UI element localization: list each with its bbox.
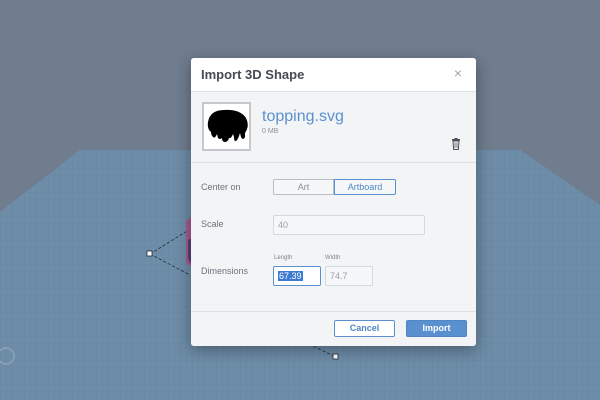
center-on-art-option[interactable]: Art: [273, 179, 334, 195]
cancel-button[interactable]: Cancel: [334, 320, 395, 337]
scale-value: 40: [278, 220, 289, 230]
length-label: Length: [274, 255, 293, 261]
trash-icon[interactable]: [451, 137, 461, 150]
file-size: 0 MB: [262, 128, 279, 135]
import-3d-shape-dialog: Import 3D Shape × topping.svg 0 MB Cente…: [191, 58, 476, 346]
dialog-footer: Cancel Import: [191, 311, 476, 346]
width-label: Width: [325, 255, 341, 261]
scale-input[interactable]: 40: [273, 215, 425, 235]
scale-label: Scale: [201, 219, 224, 229]
center-on-artboard-option[interactable]: Artboard: [334, 179, 396, 195]
center-on-label: Center on: [201, 182, 241, 192]
center-on-toggle: Art Artboard: [273, 179, 396, 197]
dialog-header: Import 3D Shape ×: [191, 58, 476, 92]
shape-silhouette-icon: [202, 102, 251, 151]
file-name: topping.svg: [262, 108, 344, 125]
selection-handle[interactable]: [146, 250, 153, 257]
file-preview-row: topping.svg 0 MB: [191, 92, 476, 163]
dialog-title: Import 3D Shape: [201, 67, 305, 82]
selection-handle[interactable]: [332, 353, 339, 360]
length-value: 67.39: [278, 271, 303, 281]
width-value: 74.7: [330, 271, 348, 281]
close-icon[interactable]: ×: [450, 65, 466, 81]
import-button[interactable]: Import: [406, 320, 467, 337]
dimensions-label: Dimensions: [201, 266, 249, 276]
length-input[interactable]: 67.39: [273, 266, 321, 286]
width-input[interactable]: 74.7: [325, 266, 373, 286]
